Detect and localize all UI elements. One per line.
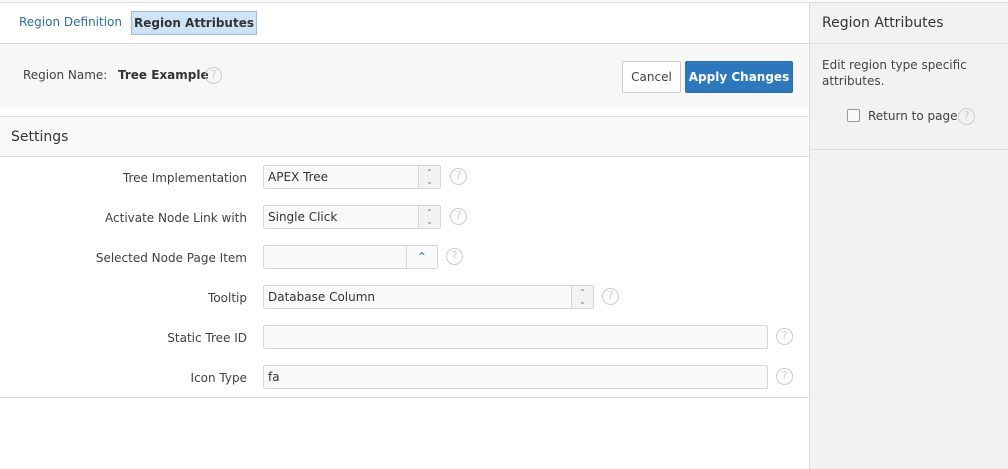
field-row-tooltip: Tooltip Database Column ⌃ ⌄ ?: [0, 278, 809, 318]
sidebar-title: Region Attributes: [810, 3, 1008, 44]
divider: [810, 149, 1008, 150]
icon-type-input[interactable]: fa: [263, 365, 768, 389]
select-value: Single Click: [268, 210, 338, 224]
field-row-selected-node-page-item: Selected Node Page Item ⌃ ?: [0, 238, 809, 278]
tab-region-definition[interactable]: Region Definition: [7, 11, 134, 35]
tab-region-attributes[interactable]: Region Attributes: [131, 11, 257, 35]
sidebar-description: Edit region type specific attributes.: [822, 58, 967, 88]
cancel-button[interactable]: Cancel: [622, 61, 681, 93]
help-icon[interactable]: ?: [776, 328, 793, 345]
region-name-value: Tree Example: [118, 68, 209, 82]
divider: [0, 397, 809, 398]
field-label: Static Tree ID: [167, 331, 247, 345]
settings-header: Settings: [0, 116, 809, 157]
help-icon[interactable]: ?: [450, 168, 467, 185]
field-label: Tooltip: [208, 291, 247, 305]
chevron-updown-icon: ⌃ ⌄: [418, 166, 440, 188]
help-icon[interactable]: ?: [776, 368, 793, 385]
static-tree-id-input[interactable]: [263, 325, 768, 349]
field-row-tree-implementation: Tree Implementation APEX Tree ⌃ ⌄ ?: [0, 158, 809, 198]
chevron-up-icon[interactable]: ⌃: [406, 246, 437, 268]
apply-changes-button[interactable]: Apply Changes: [685, 61, 793, 93]
select-value: APEX Tree: [268, 170, 329, 184]
chevron-updown-icon: ⌃ ⌄: [418, 206, 440, 228]
field-label: Tree Implementation: [122, 171, 247, 185]
selected-node-page-item-input[interactable]: ⌃: [263, 245, 438, 269]
help-icon[interactable]: ?: [205, 67, 222, 84]
return-to-page-checkbox[interactable]: [847, 109, 860, 122]
field-row-icon-type: Icon Type fa ?: [0, 358, 809, 398]
field-label: Selected Node Page Item: [95, 251, 247, 265]
field-row-static-tree-id: Static Tree ID ?: [0, 318, 809, 358]
return-to-page-label[interactable]: Return to page: [868, 109, 957, 123]
tree-implementation-select[interactable]: APEX Tree ⌃ ⌄: [263, 165, 441, 189]
help-icon[interactable]: ?: [602, 288, 619, 305]
tooltip-select[interactable]: Database Column ⌃ ⌄: [263, 285, 594, 309]
main-panel: Region Definition Region Attributes Regi…: [0, 3, 809, 469]
region-name-bar: Region Name: Tree Example ? Cancel Apply…: [0, 44, 809, 107]
select-value: Database Column: [268, 290, 376, 304]
tab-bar: Region Definition Region Attributes: [0, 3, 809, 44]
chevron-updown-icon: ⌃ ⌄: [571, 286, 593, 308]
field-row-activate-node-link: Activate Node Link with Single Click ⌃ ⌄ ?: [0, 198, 809, 238]
help-icon[interactable]: ?: [958, 108, 975, 125]
region-name-label: Region Name:: [23, 68, 108, 82]
help-icon[interactable]: ?: [450, 208, 467, 225]
sidebar: Region Attributes Edit region type speci…: [809, 3, 1008, 469]
field-label: Activate Node Link with: [105, 211, 247, 225]
field-label: Icon Type: [190, 371, 247, 385]
help-icon[interactable]: ?: [446, 248, 463, 265]
activate-node-link-select[interactable]: Single Click ⌃ ⌄: [263, 205, 441, 229]
